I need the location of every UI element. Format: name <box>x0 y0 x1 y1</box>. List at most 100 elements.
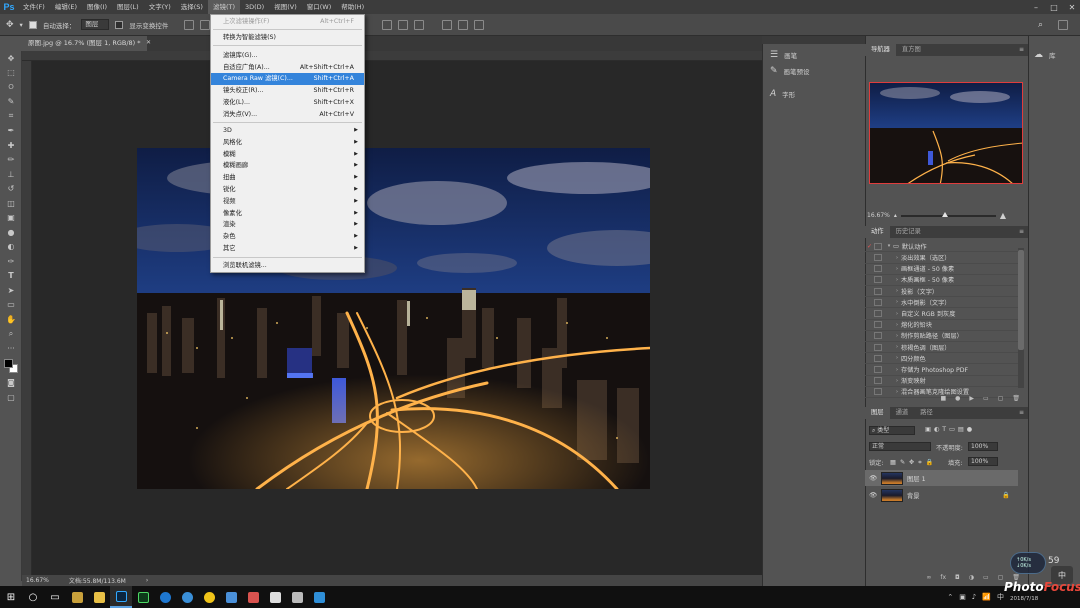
dodge-tool-icon[interactable]: ◐ <box>0 240 22 255</box>
minimize-icon[interactable]: – <box>1028 0 1044 14</box>
tab-paths[interactable]: 路径 <box>914 407 939 419</box>
mail-icon[interactable] <box>264 586 286 608</box>
menu-item-pixelate[interactable]: 像素化 ▶ <box>211 208 364 220</box>
chevron-right-icon[interactable]: › <box>893 311 901 317</box>
stop-icon[interactable]: ■ <box>940 395 946 402</box>
media-icon[interactable] <box>220 586 242 608</box>
shape-tool-icon[interactable]: ▭ <box>0 298 22 313</box>
group-icon[interactable]: ▭ <box>983 574 989 581</box>
opacity-field[interactable]: 100% <box>968 442 998 451</box>
fill-field[interactable]: 100% <box>968 457 998 466</box>
panel-menu-icon[interactable]: ≡ <box>1019 409 1024 416</box>
align-middle-icon[interactable] <box>200 19 211 30</box>
menu-item-convert-smart-filter[interactable]: 转换为智能滤镜(S) <box>211 32 364 44</box>
gradient-tool-icon[interactable]: ▣ <box>0 211 22 226</box>
hand-tool-icon[interactable]: ✋ <box>0 312 22 327</box>
action-row[interactable]: › 渐变映射 <box>865 376 1018 387</box>
fx-icon[interactable]: fx <box>940 574 946 581</box>
action-row[interactable]: › 棕褐色调（图层） <box>865 342 1018 354</box>
zoom-out-icon[interactable]: ▴ <box>894 212 897 219</box>
windows-start-icon[interactable]: ⊞ <box>0 586 22 608</box>
menu-window[interactable]: 窗口(W) <box>302 0 337 14</box>
panel-menu-icon[interactable]: ≡ <box>1019 46 1024 53</box>
status-arrow-icon[interactable]: › <box>146 577 148 584</box>
action-row[interactable]: › 水中倒影（文字） <box>865 297 1018 309</box>
menu-3d[interactable]: 3D(D) <box>240 0 269 14</box>
photos-icon[interactable] <box>286 586 308 608</box>
chevron-right-icon[interactable]: › <box>893 378 901 384</box>
action-row[interactable]: › 投影（文字） <box>865 286 1018 298</box>
link-icon[interactable]: ∞ <box>926 574 931 581</box>
action-row[interactable]: › 四分颜色 <box>865 353 1018 365</box>
move-tool-icon[interactable]: ✥ <box>6 20 14 30</box>
dreamweaver-icon[interactable] <box>132 586 154 608</box>
brush-panel-button[interactable]: ☰ 画笔 <box>770 50 797 60</box>
blur-tool-icon[interactable]: ● <box>0 225 22 240</box>
tool-preset-arrow-icon[interactable]: ▾ <box>20 21 23 29</box>
navigator-thumbnail[interactable] <box>869 82 1023 184</box>
zoom-slider-handle[interactable] <box>941 211 948 217</box>
menu-item-lens-correction[interactable]: 镜头校正(R)... Shift+Ctrl+R <box>211 85 364 97</box>
task-view-icon[interactable]: ▭ <box>44 586 66 608</box>
play-icon[interactable]: ▶ <box>969 395 974 402</box>
align-right-icon[interactable] <box>414 19 425 30</box>
tab-history[interactable]: 历史记录 <box>890 226 927 238</box>
tab-histogram[interactable]: 直方图 <box>896 44 927 56</box>
dialog-toggle-box[interactable] <box>874 254 882 262</box>
actions-scrollbar-thumb[interactable] <box>1018 250 1024 350</box>
delete-icon[interactable]: 🗑 <box>1012 395 1020 402</box>
chevron-right-icon[interactable]: › <box>893 266 901 272</box>
menu-item-video[interactable]: 视频 ▶ <box>211 196 364 208</box>
dialog-toggle-box[interactable] <box>874 343 882 351</box>
menu-item-sharpen[interactable]: 锐化 ▶ <box>211 184 364 196</box>
menu-image[interactable]: 图像(I) <box>82 0 112 14</box>
brush-tool-icon[interactable]: ✏ <box>0 153 22 168</box>
menu-item-vanishing-point[interactable]: 消失点(V)... Alt+Ctrl+V <box>211 109 364 121</box>
lock-icons[interactable]: ▦✎✥⌗🔒 <box>890 458 937 467</box>
quick-select-tool-icon[interactable]: ✎ <box>0 95 22 110</box>
dialog-toggle-box[interactable] <box>874 366 882 374</box>
new-action-icon[interactable]: ▢ <box>998 395 1004 402</box>
menu-item-noise[interactable]: 杂色 ▶ <box>211 231 364 243</box>
crop-tool-icon[interactable]: ⌗ <box>0 109 22 124</box>
tab-channels[interactable]: 通道 <box>890 407 915 419</box>
tab-actions[interactable]: 动作 <box>865 226 890 238</box>
network-speed-widget[interactable]: ↑0K/s ↓0K/s <box>1010 552 1046 574</box>
record-icon[interactable]: ● <box>955 395 960 402</box>
more-tools-icon[interactable]: ··· <box>0 341 22 356</box>
browser-icon[interactable] <box>176 586 198 608</box>
chevron-right-icon[interactable]: › <box>893 299 901 305</box>
dialog-toggle-box[interactable] <box>874 287 882 295</box>
layer-filter-kind-select[interactable]: ⌕ 类型 <box>869 426 915 435</box>
tab-close-icon[interactable]: ✕ <box>146 39 151 46</box>
workspace-icon[interactable] <box>1058 19 1068 30</box>
menu-select[interactable]: 选择(S) <box>176 0 208 14</box>
menu-item-adaptive-wide-angle[interactable]: 自适应广角(A)... Alt+Shift+Ctrl+A <box>211 62 364 74</box>
search-icon[interactable]: ⌕ <box>1038 20 1043 30</box>
dialog-toggle-box[interactable] <box>874 310 882 318</box>
checkmark-icon[interactable]: ✓ <box>865 243 874 250</box>
chevron-right-icon[interactable]: › <box>893 333 901 339</box>
navigator-zoom-slider[interactable] <box>900 211 996 217</box>
3d-mode-icon[interactable] <box>442 19 453 30</box>
eye-icon[interactable]: 👁 <box>869 474 877 482</box>
auto-select-checkbox[interactable] <box>28 20 37 29</box>
history-brush-tool-icon[interactable]: ↺ <box>0 182 22 197</box>
menu-item-distort[interactable]: 扭曲 ▶ <box>211 172 364 184</box>
maximize-icon[interactable]: □ <box>1046 0 1062 14</box>
layer-filter-icons[interactable]: ▣◐T▭▤● <box>925 426 975 433</box>
app-icon[interactable] <box>242 586 264 608</box>
menu-filter[interactable]: 滤镜(T) <box>207 0 240 14</box>
eye-icon[interactable]: 👁 <box>869 491 877 499</box>
marquee-tool-icon[interactable]: ⬚ <box>0 66 22 81</box>
menu-edit[interactable]: 编辑(E) <box>50 0 82 14</box>
menu-item-3d[interactable]: 3D ▶ <box>211 125 364 137</box>
menu-item-liquify[interactable]: 液化(L)... Shift+Ctrl+X <box>211 97 364 109</box>
file-explorer-icon[interactable] <box>88 586 110 608</box>
tab-layers[interactable]: 图层 <box>865 407 890 419</box>
3d-roll-icon[interactable] <box>458 19 469 30</box>
show-transform-checkbox[interactable] <box>115 20 124 29</box>
lasso-tool-icon[interactable]: ଠ <box>0 80 22 95</box>
menu-file[interactable]: 文件(F) <box>18 0 50 14</box>
zoom-tool-icon[interactable]: ⌕ <box>0 327 22 342</box>
